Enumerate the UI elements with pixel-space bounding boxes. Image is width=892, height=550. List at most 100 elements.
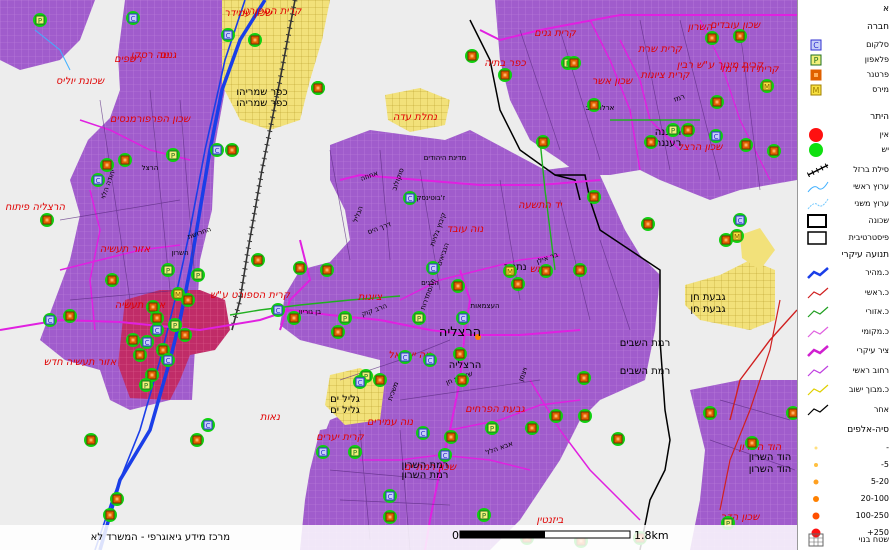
antenna-marker[interactable] (383, 510, 397, 524)
place-label: רמת השבים (620, 366, 670, 377)
antenna-marker[interactable]: C (43, 313, 57, 327)
antenna-marker[interactable] (573, 263, 587, 277)
antenna-marker[interactable]: C (383, 489, 397, 503)
antenna-marker[interactable] (103, 508, 117, 522)
antenna-marker[interactable] (105, 273, 119, 287)
svg-text:P: P (482, 512, 486, 520)
antenna-marker[interactable]: C (126, 11, 140, 25)
antenna-marker[interactable] (567, 56, 581, 70)
antenna-marker[interactable]: P (33, 13, 47, 27)
antenna-marker[interactable]: C (161, 353, 175, 367)
antenna-marker[interactable]: C (271, 303, 285, 317)
antenna-marker[interactable] (733, 29, 747, 43)
antenna-marker[interactable] (465, 49, 479, 63)
antenna-marker[interactable]: C (316, 445, 330, 459)
antenna-marker[interactable]: C (403, 191, 417, 205)
antenna-marker[interactable] (710, 95, 724, 109)
antenna-marker[interactable] (110, 492, 124, 506)
antenna-marker[interactable]: C (423, 353, 437, 367)
antenna-marker[interactable] (190, 433, 204, 447)
antenna-marker[interactable]: C (733, 213, 747, 227)
antenna-marker[interactable] (133, 348, 147, 362)
antenna-marker[interactable] (539, 264, 553, 278)
neighborhood-label: ביזנטין (537, 515, 564, 526)
antenna-marker[interactable]: C (426, 261, 440, 275)
map-canvas[interactable]: קרית הספורטשכון עובדיםקרית גניםקרית שרתק… (0, 0, 797, 550)
antenna-marker[interactable] (498, 68, 512, 82)
legend-item: 100-250 (798, 509, 892, 523)
antenna-marker[interactable] (225, 143, 239, 157)
antenna-marker[interactable]: C (398, 350, 412, 364)
antenna-marker[interactable] (536, 135, 550, 149)
antenna-marker[interactable]: P (168, 318, 182, 332)
antenna-marker[interactable] (745, 436, 759, 450)
antenna-marker[interactable] (40, 213, 54, 227)
svg-text:C: C (388, 493, 393, 501)
antenna-marker[interactable]: C (416, 426, 430, 440)
antenna-marker[interactable]: C (438, 448, 452, 462)
antenna-marker[interactable]: C (91, 173, 105, 187)
svg-text:C: C (96, 177, 101, 185)
antenna-marker[interactable]: P (477, 508, 491, 522)
antenna-marker[interactable] (611, 432, 625, 446)
antenna-marker[interactable]: C (456, 311, 470, 325)
antenna-marker[interactable] (549, 409, 563, 423)
antenna-marker[interactable] (681, 123, 695, 137)
antenna-marker[interactable]: P (348, 445, 362, 459)
antenna-marker[interactable]: C (221, 28, 235, 42)
antenna-marker[interactable] (150, 311, 164, 325)
antenna-marker[interactable] (63, 309, 77, 323)
antenna-marker[interactable]: P (412, 311, 426, 325)
antenna-marker[interactable] (287, 311, 301, 325)
antenna-marker[interactable] (641, 217, 655, 231)
antenna-marker[interactable] (118, 153, 132, 167)
antenna-marker[interactable] (293, 261, 307, 275)
antenna-marker[interactable] (587, 190, 601, 204)
antenna-marker[interactable] (181, 293, 195, 307)
antenna-marker[interactable] (767, 144, 781, 158)
antenna-marker[interactable] (719, 233, 733, 247)
antenna-marker[interactable]: P (161, 263, 175, 277)
antenna-marker[interactable] (577, 371, 591, 385)
antenna-marker[interactable] (451, 279, 465, 293)
antenna-marker[interactable] (587, 98, 601, 112)
antenna-marker[interactable] (644, 135, 658, 149)
antenna-marker[interactable]: C (140, 335, 154, 349)
antenna-marker[interactable]: C (201, 418, 215, 432)
neighborhood-label: שכון עמידר (224, 8, 272, 19)
antenna-marker[interactable]: P (166, 148, 180, 162)
antenna-marker[interactable] (320, 263, 334, 277)
antenna-marker[interactable]: C (150, 323, 164, 337)
antenna-marker[interactable]: M (503, 264, 517, 278)
antenna-marker[interactable] (525, 421, 539, 435)
antenna-marker[interactable] (373, 373, 387, 387)
antenna-marker[interactable] (248, 33, 262, 47)
antenna-marker[interactable]: C (709, 129, 723, 143)
antenna-marker[interactable] (331, 325, 345, 339)
antenna-marker[interactable] (453, 347, 467, 361)
legend-section-title: היתר (870, 112, 889, 122)
antenna-marker[interactable] (84, 433, 98, 447)
antenna-marker[interactable]: C (210, 143, 224, 157)
antenna-marker[interactable]: P (139, 378, 153, 392)
svg-text:P: P (490, 425, 494, 433)
antenna-marker[interactable] (578, 409, 592, 423)
antenna-marker[interactable]: P (338, 311, 352, 325)
antenna-marker[interactable] (705, 31, 719, 45)
antenna-marker[interactable] (511, 277, 525, 291)
antenna-marker[interactable] (444, 430, 458, 444)
antenna-marker[interactable]: C (353, 375, 367, 389)
antenna-marker[interactable]: P (485, 421, 499, 435)
antenna-marker[interactable]: P (666, 123, 680, 137)
antenna-marker[interactable] (703, 406, 717, 420)
antenna-marker[interactable] (178, 328, 192, 342)
antenna-marker[interactable] (739, 138, 753, 152)
svg-text:M: M (175, 291, 181, 299)
antenna-marker[interactable] (455, 373, 469, 387)
antenna-marker[interactable]: M (760, 79, 774, 93)
antenna-marker[interactable] (311, 81, 325, 95)
antenna-marker[interactable] (251, 253, 265, 267)
antenna-marker[interactable] (126, 333, 140, 347)
antenna-marker[interactable] (100, 158, 114, 172)
antenna-marker[interactable]: P (191, 268, 205, 282)
